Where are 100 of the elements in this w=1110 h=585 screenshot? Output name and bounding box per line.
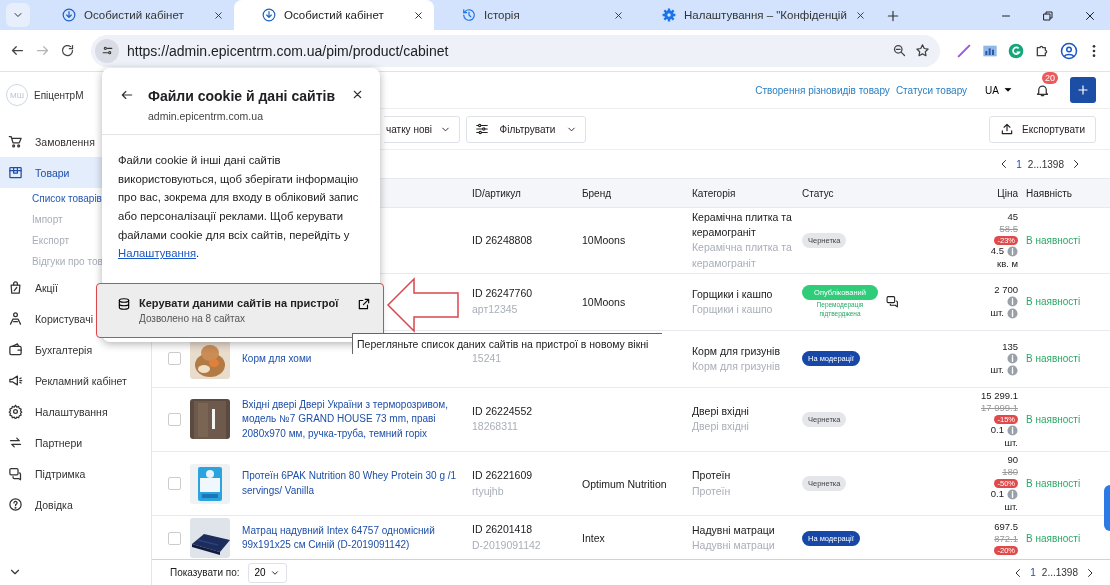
product-name[interactable]: Матрац надувний Intex 64757 одномісний 99x191x25 см Синій (D-2019091142): [242, 523, 472, 553]
sliders-icon: [100, 44, 114, 57]
info-icon[interactable]: [1007, 246, 1018, 257]
product-id: ID 26224552: [472, 403, 534, 419]
bell-icon[interactable]: [1035, 82, 1050, 98]
nav-item[interactable]: Партнери: [0, 427, 149, 458]
nav-item[interactable]: Рекламний кабінет: [0, 365, 149, 396]
availability: В наявності: [1025, 532, 1082, 544]
reload-icon[interactable]: [60, 43, 75, 58]
price: 135: [1002, 341, 1018, 354]
browser-tab[interactable]: Особистий кабінет: [234, 0, 434, 30]
header-link[interactable]: Створення різновидів товару: [755, 84, 890, 96]
product-id: ID 26248808: [472, 232, 534, 248]
plus-icon: [1076, 83, 1090, 97]
download-circle-icon: [262, 8, 276, 22]
manage-site-data-button[interactable]: Керувати даними сайтів на пристрої Дозволено на 8 сайтах: [96, 282, 384, 338]
caret-icon: [1003, 85, 1013, 95]
product-name[interactable]: Корм для хоми: [242, 351, 472, 367]
restore-icon[interactable]: [1042, 10, 1054, 22]
product-article: rtyujhb: [472, 483, 505, 499]
product-id: ID 26221609: [472, 467, 534, 483]
nav-item[interactable]: Підтримка: [0, 458, 149, 489]
grammar-icon[interactable]: [1008, 42, 1024, 59]
quantity: 4.5: [990, 245, 1004, 258]
page-link[interactable]: 1: [1016, 158, 1022, 170]
sort-dropdown[interactable]: чатку нові: [384, 115, 460, 143]
price: 697.5: [994, 520, 1018, 534]
subcategory: Керамічна плитка та керамограніт: [692, 240, 793, 271]
brand: 10Moons: [582, 234, 626, 247]
site-info-button[interactable]: [95, 38, 119, 63]
availability: В наявності: [1025, 478, 1082, 490]
megaphone-icon: [8, 373, 23, 388]
unit: шт.: [990, 307, 1004, 320]
sliders-icon: [475, 122, 489, 136]
product-article: 18268311: [472, 419, 519, 435]
row-checkbox[interactable]: [168, 412, 181, 426]
close-icon[interactable]: [854, 9, 866, 21]
profile-icon[interactable]: [1060, 41, 1078, 60]
price: 90: [1007, 454, 1018, 467]
info-icon[interactable]: [1007, 296, 1018, 308]
column-header: Категорія: [692, 187, 737, 199]
column-header: Статус: [802, 187, 835, 199]
category: Двері вхідні: [692, 404, 750, 420]
brand: Intex: [582, 532, 605, 545]
product-article: арт12345: [472, 301, 519, 317]
product-id: ID 26201418: [472, 522, 534, 538]
page-link[interactable]: 1: [1030, 567, 1036, 578]
category: Горщики і кашпо: [692, 286, 774, 302]
cart-icon: [8, 134, 23, 149]
back-icon[interactable]: [10, 43, 25, 58]
history-icon: [462, 8, 476, 22]
address-bar[interactable]: https://admin.epicentrm.com.ua/pim/product/cabinet: [91, 34, 940, 67]
page-link[interactable]: 2...1398: [1041, 567, 1078, 578]
close-icon[interactable]: [613, 9, 624, 21]
page-link[interactable]: 2...1398: [1027, 158, 1064, 170]
chat-icon: [8, 466, 23, 481]
product-article: D-2019091142: [472, 538, 542, 554]
row-checkbox[interactable]: [168, 531, 181, 545]
close-button[interactable]: [351, 88, 364, 101]
old-price: 17 999.1: [981, 402, 1018, 415]
nav-item[interactable]: Довідка: [0, 489, 149, 520]
column-header: ID/артикул: [472, 187, 522, 199]
close-icon[interactable]: [1084, 10, 1096, 22]
star-icon[interactable]: [915, 43, 930, 58]
close-icon[interactable]: [213, 9, 224, 21]
zoom-out-icon[interactable]: [892, 43, 907, 58]
info-icon[interactable]: [1007, 308, 1018, 320]
nav-item[interactable]: Налаштування: [0, 396, 149, 427]
unit: кв. м: [997, 257, 1018, 270]
settings-icon: [8, 404, 23, 419]
back-button[interactable]: [120, 88, 134, 102]
info-icon[interactable]: [1007, 425, 1018, 436]
browser-tab[interactable]: Налаштування – "Конфіденцій: [634, 0, 876, 30]
browser-tab[interactable]: Історія: [434, 0, 634, 30]
info-icon[interactable]: [1007, 353, 1018, 365]
row-checkbox[interactable]: [168, 477, 181, 491]
old-price: 58.5: [999, 223, 1018, 236]
help-icon: [8, 497, 23, 512]
product-name[interactable]: Протеїн 6PAK Nutrition 80 Whey Protein 30 g /1 servings/ Vanilla: [242, 469, 472, 499]
subcategory: Горщики і кашпо: [692, 301, 774, 317]
language-select[interactable]: UA: [985, 84, 1013, 96]
upload-icon: [1000, 122, 1015, 136]
page-size-select[interactable]: 20: [247, 562, 287, 583]
browser-tab[interactable]: Особистий кабінет: [34, 0, 234, 30]
row-checkbox[interactable]: [168, 352, 181, 366]
info-icon[interactable]: [1007, 489, 1018, 501]
info-icon[interactable]: [1007, 365, 1018, 377]
quantity: 0.1: [990, 424, 1004, 437]
price: 15 299.1: [981, 389, 1018, 403]
export-button[interactable]: Експортувати: [989, 115, 1096, 143]
users-icon: [8, 311, 23, 326]
pen-icon[interactable]: [956, 42, 972, 59]
column-header: Бренд: [582, 187, 613, 199]
header-link[interactable]: Статуси товару: [895, 84, 968, 96]
wallet-icon: [8, 342, 23, 357]
filter-dropdown[interactable]: Фільтрувати: [466, 115, 586, 143]
product-name[interactable]: Вхідні двері Двері України з терморозривом, модель №7 GRAND HOUSE 73 mm, праві 2080х970 мм, ручка-труба, темний горіх: [242, 397, 472, 442]
add-button[interactable]: [1070, 77, 1096, 103]
plus-icon[interactable]: [885, 9, 900, 23]
close-icon[interactable]: [413, 9, 424, 21]
